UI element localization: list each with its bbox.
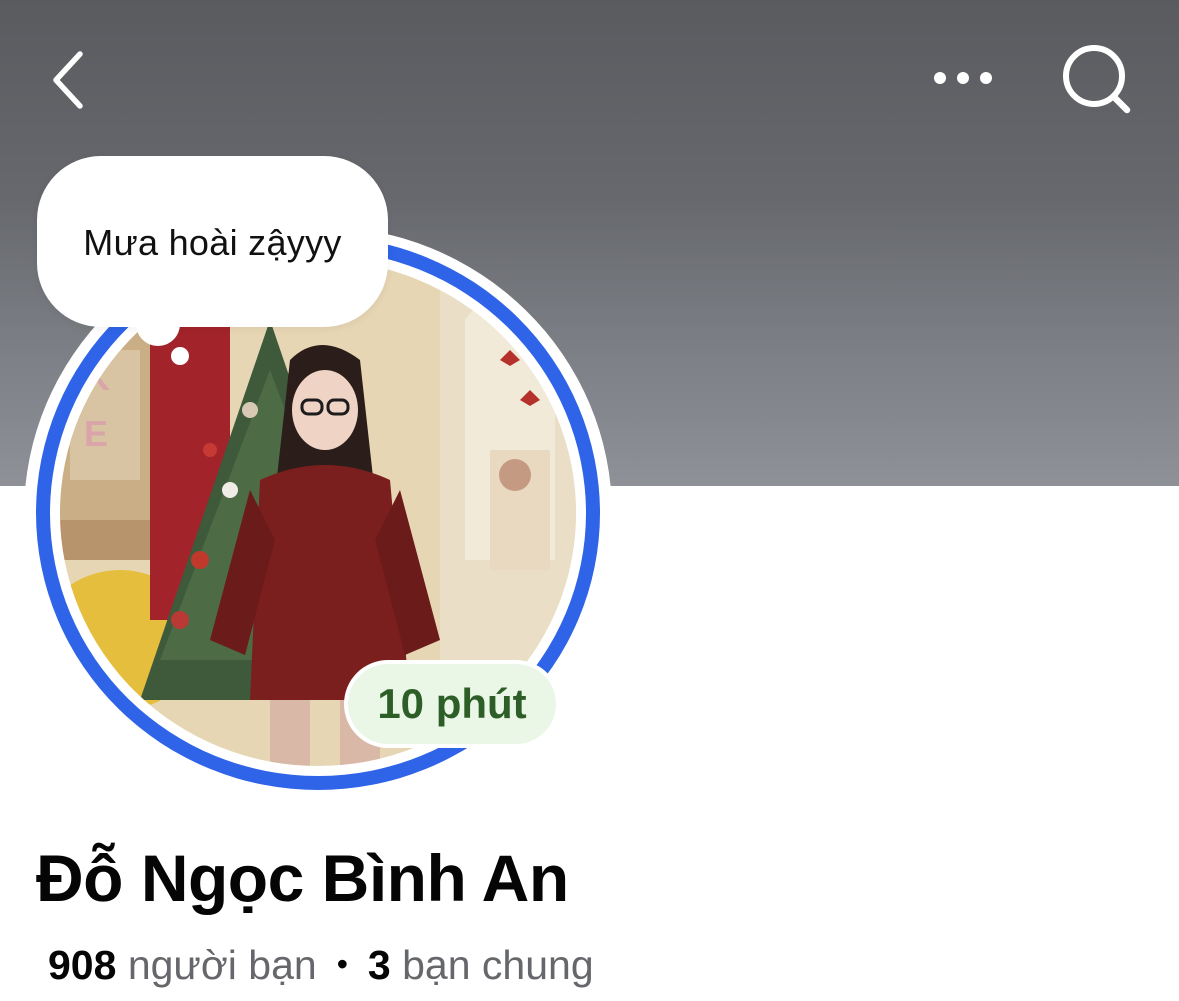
friends-label: người bạn <box>127 942 317 988</box>
more-options-button[interactable] <box>922 50 1004 106</box>
mutual-friends-label: bạn chung <box>402 942 594 988</box>
profile-page: K E <box>0 0 1179 1001</box>
note-bubble[interactable]: Mưa hoài zậyyy <box>37 156 388 327</box>
active-status-label: 10 phút <box>377 680 527 727</box>
note-bubble-dot <box>171 347 189 365</box>
note-text: Mưa hoài zậyyy <box>83 222 342 263</box>
search-icon <box>1063 45 1131 114</box>
search-button[interactable] <box>1052 36 1144 126</box>
chevron-left-icon <box>53 51 83 109</box>
more-horizontal-icon <box>934 72 992 84</box>
mutual-friends-count: 3 <box>367 942 391 988</box>
svg-text:E: E <box>84 413 108 454</box>
friend-stats[interactable]: 908 người bạn • 3 bạn chung <box>48 942 594 989</box>
back-button[interactable] <box>40 44 100 114</box>
friends-count: 908 <box>48 942 117 988</box>
stats-separator: • <box>336 946 348 982</box>
active-status-pill: 10 phút <box>348 664 556 744</box>
profile-name: Đỗ Ngọc Bình An <box>36 841 569 915</box>
